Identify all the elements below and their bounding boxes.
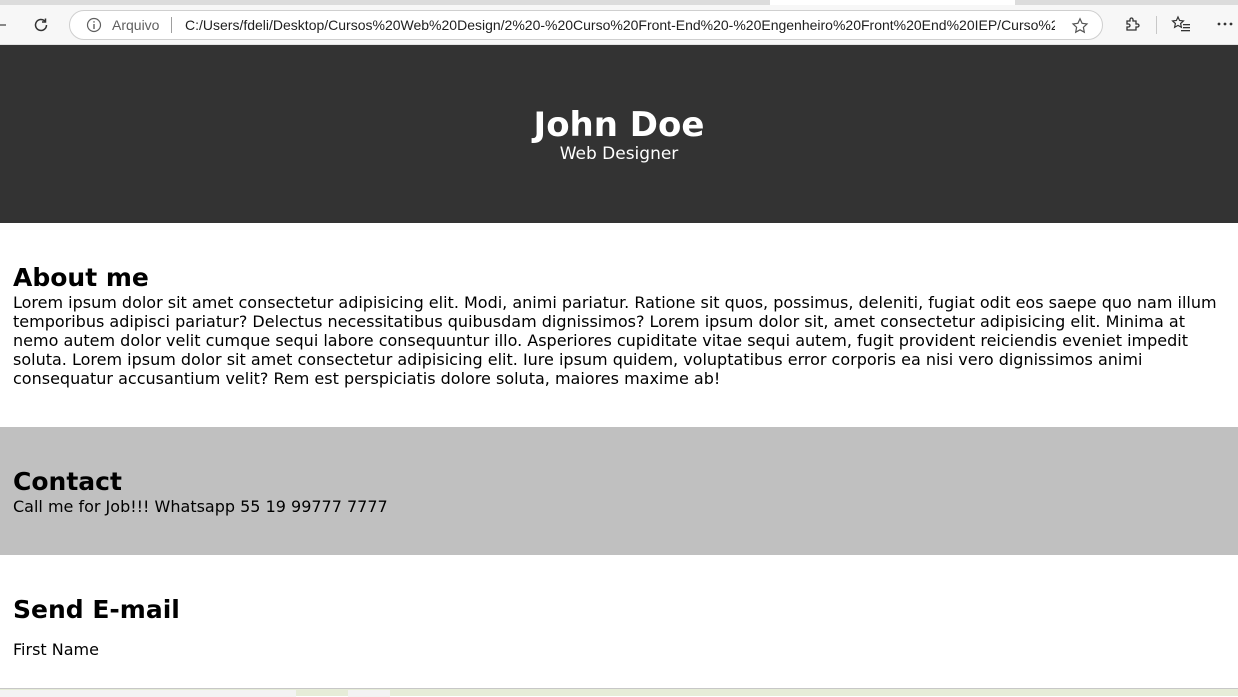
favorites-button[interactable]: [1169, 12, 1193, 36]
browser-toolbar: Arquivo C:/Users/fdeli/Desktop/Cursos%20…: [0, 5, 1238, 45]
email-section: Send E-mail First Name: [0, 555, 1238, 690]
email-heading: Send E-mail: [13, 595, 180, 624]
extensions-icon: [1126, 17, 1140, 31]
favorites-icon: [1171, 15, 1190, 32]
first-name-label: First Name: [13, 640, 99, 659]
contact-text: Call me for Job!!! Whatsapp 55 19 99777 …: [13, 497, 388, 516]
page-viewport: John Doe Web Designer About me Lorem ips…: [0, 45, 1238, 690]
contact-heading: Contact: [13, 467, 122, 496]
about-section: About me Lorem ipsum dolor sit amet cons…: [0, 223, 1238, 427]
reload-icon: [34, 18, 48, 32]
more-button[interactable]: [1213, 12, 1237, 36]
contact-section: Contact Call me for Job!!! Whatsapp 55 1…: [0, 427, 1238, 555]
more-icon: [1217, 22, 1233, 26]
info-icon[interactable]: [86, 17, 102, 33]
reload-button[interactable]: [28, 12, 54, 38]
toolbar-divider: [1156, 16, 1157, 34]
url-text[interactable]: C:/Users/fdeli/Desktop/Cursos%20Web%20De…: [185, 17, 1055, 33]
address-divider: [171, 17, 172, 33]
about-text: Lorem ipsum dolor sit amet consectetur a…: [13, 293, 1217, 388]
back-icon[interactable]: [0, 24, 6, 26]
extensions-button[interactable]: [1121, 12, 1145, 36]
page-title: John Doe: [533, 105, 705, 145]
site-header: John Doe Web Designer: [0, 45, 1238, 223]
address-bar[interactable]: Arquivo C:/Users/fdeli/Desktop/Cursos%20…: [69, 10, 1103, 40]
bottom-strip: [0, 688, 1238, 697]
site-label: Arquivo: [112, 17, 160, 33]
about-heading: About me: [13, 263, 149, 292]
favorite-button[interactable]: [1069, 15, 1091, 37]
job-title: Web Designer: [559, 144, 679, 164]
star-icon: [1071, 17, 1089, 34]
